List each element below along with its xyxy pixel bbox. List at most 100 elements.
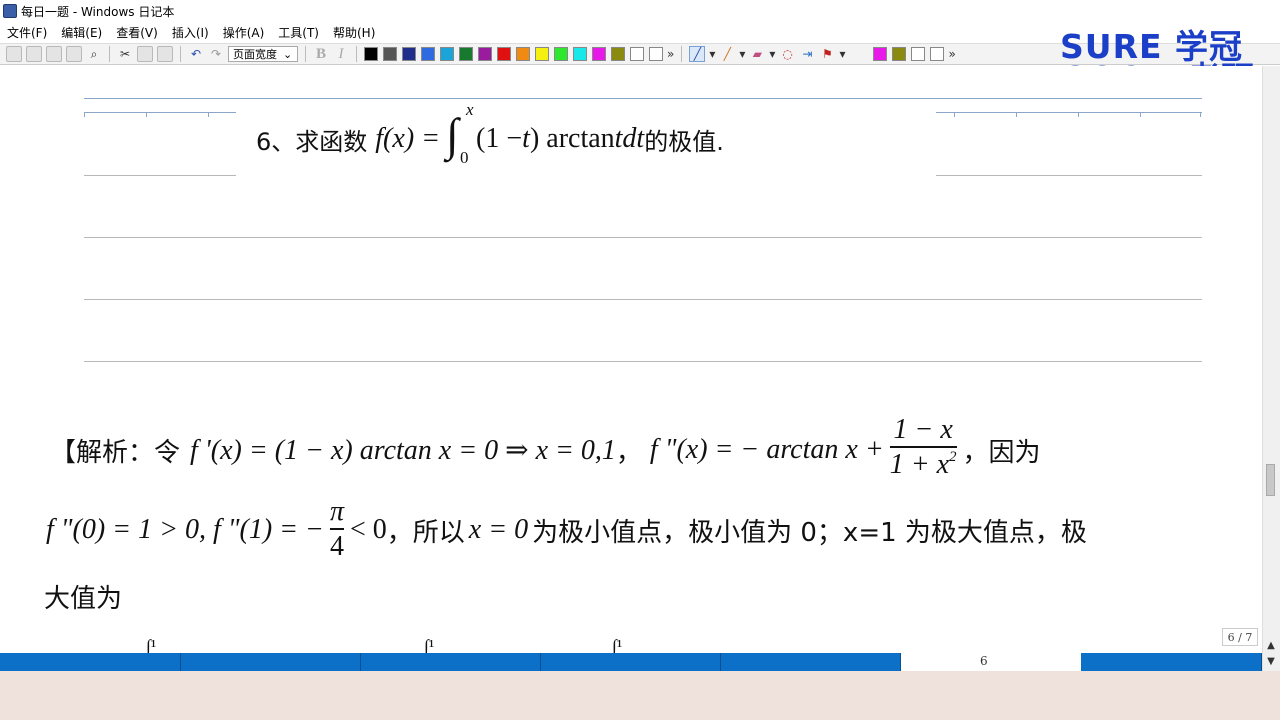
page-tab[interactable] [181,653,361,671]
color-swatch[interactable] [573,47,587,61]
menu-insert[interactable]: 插入(I) [165,24,216,41]
color-swatch[interactable] [516,47,530,61]
color-swatch[interactable] [911,47,926,61]
rule-line [84,237,1202,238]
integral-upper-limit: x [466,100,474,119]
menu-tools[interactable]: 工具(T) [271,24,326,41]
save-icon[interactable] [46,46,62,62]
undo-icon[interactable]: ↶ [188,46,204,62]
rule-line [84,112,236,113]
zoom-select[interactable]: 页面宽度 ⌄ [228,46,298,62]
chevron-down-icon: ⌄ [283,47,293,61]
copy-icon[interactable] [137,46,153,62]
color-swatch[interactable] [930,47,945,61]
comma: ， [615,437,642,468]
menu-view[interactable]: 查看(V) [109,24,165,41]
journal-app-icon [3,4,17,18]
color-swatch[interactable] [892,47,907,61]
color-swatch[interactable] [459,47,473,61]
page-tab[interactable] [541,653,721,671]
analysis-label: 【解析：令 [50,437,181,468]
page-tab[interactable] [0,653,181,671]
page-tab[interactable] [361,653,541,671]
pi-denominator: 4 [329,531,344,562]
toolbar-divider [356,46,357,62]
integral-sign: ∫ x 0 [446,100,476,167]
color-swatch[interactable] [421,47,435,61]
answer-line-3: 大值为 [44,584,123,614]
vertical-scrollbar[interactable] [1262,66,1280,671]
color-swatch[interactable] [364,47,378,61]
print-preview-icon[interactable] [66,46,82,62]
flag-dropdown-icon[interactable]: ▾ [839,47,845,61]
italic-button[interactable]: I [333,46,349,62]
color-swatch[interactable] [554,47,568,61]
journal-window: 每日一题 - Windows 日记本 文件(F) 编辑(E) 查看(V) 插入(… [0,0,1280,671]
rule-line [936,112,1202,113]
scroll-down-icon[interactable]: ▼ [1264,655,1278,667]
cut-off-integral: ∫¹ [146,636,157,653]
answer-line-2: f "(0) = 1 > 0, f "(1) = − π 4 < 0 ，所以 x… [46,496,1087,564]
pen-dropdown-icon[interactable]: ▾ [709,47,715,61]
rule-line [84,175,236,176]
scroll-up-icon[interactable]: ▲ [1264,639,1278,651]
integral-lower-limit: 0 [460,148,469,167]
highlighter-icon[interactable]: ╱ [719,46,735,62]
page-tab[interactable] [1081,653,1262,671]
open-icon[interactable] [26,46,42,62]
color-swatch[interactable] [592,47,606,61]
bold-button[interactable]: B [313,46,329,62]
search-icon[interactable]: ⌕ [86,46,102,62]
color-swatch[interactable] [873,47,888,61]
less-than-zero: < 0 [349,514,387,545]
current-page-number: 6 [980,654,988,668]
color-swatch[interactable] [611,47,625,61]
rule-line [936,175,1202,176]
integral-glyph: ∫ [446,109,459,160]
cut-off-integral: ∫¹ [612,636,623,653]
rule-line [84,299,1202,300]
color-swatch[interactable] [535,47,549,61]
color-swatch[interactable] [440,47,454,61]
question-tail: 的极值. [644,127,724,156]
recent-color-palette [873,47,945,61]
insert-space-icon[interactable]: ⇥ [799,46,815,62]
toolbar-divider [681,46,683,62]
redo-icon[interactable]: ↷ [208,46,224,62]
integrand-part-a: (1 − [476,123,523,154]
pen-icon[interactable]: ╱ [689,46,706,62]
answer-line-1: 【解析：令 f '(x) = (1 − x) arctan x = 0 ⇒ x … [50,414,1041,486]
cut-icon[interactable]: ✂ [117,46,133,62]
lasso-icon[interactable]: ◌ [779,46,795,62]
new-note-icon[interactable] [6,46,22,62]
menu-actions[interactable]: 操作(A) [216,24,272,41]
more-chevron-icon[interactable]: » [948,47,955,61]
rule-line [84,361,1202,362]
scrollbar-thumb[interactable] [1266,464,1275,496]
fraction-denominator: 1 + x2 [890,448,957,486]
page-tab[interactable] [721,653,901,671]
page-indicator: 6 / 7 [1222,628,1258,646]
menu-help[interactable]: 帮助(H) [326,24,382,41]
paste-icon[interactable] [157,46,173,62]
color-swatch[interactable] [383,47,397,61]
note-page[interactable]: 6、 求函数 f(x) = ∫ x 0 (1 − t ) arctan tdt … [0,66,1262,653]
page-tab-bar: 6 [0,653,1262,671]
color-swatch[interactable] [402,47,416,61]
menu-edit[interactable]: 编辑(E) [54,24,109,41]
color-swatch[interactable] [649,47,663,61]
color-swatch[interactable] [497,47,511,61]
eraser-dropdown-icon[interactable]: ▾ [769,47,775,61]
color-swatch[interactable] [478,47,492,61]
color-palette [364,47,663,61]
x-equals-zero: x = 0 [468,514,529,545]
integrand-differential: tdt [614,123,645,154]
flag-icon[interactable]: ⚑ [819,46,835,62]
denominator-base: 1 + x [889,449,950,480]
toolbar-divider [305,46,306,62]
color-swatch[interactable] [630,47,644,61]
more-chevron-icon[interactable]: » [667,47,674,61]
highlighter-dropdown-icon[interactable]: ▾ [739,47,745,61]
eraser-icon[interactable]: ▰ [749,46,765,62]
menu-file[interactable]: 文件(F) [0,24,54,41]
